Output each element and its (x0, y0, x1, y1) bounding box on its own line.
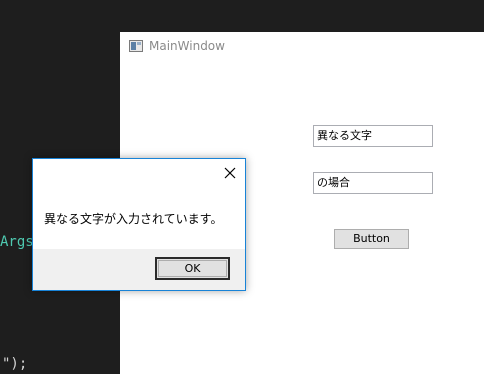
main-window-title: MainWindow (149, 39, 225, 53)
message-box-text: 異なる文字が入力されています。 (44, 212, 223, 226)
message-box-dialog: 異なる文字が入力されています。 OK (32, 158, 246, 291)
text-input-1[interactable]: 異なる文字 (313, 125, 433, 147)
code-fragment-tail: "); (2, 356, 28, 372)
close-icon[interactable] (221, 164, 239, 182)
desktop: Args "); MainWindow 異なる文字 の場合 Button 異なる… (0, 0, 484, 374)
window-app-icon (129, 40, 143, 52)
text-input-2[interactable]: の場合 (313, 172, 433, 194)
code-fragment-args: Args (0, 234, 34, 250)
ok-button[interactable]: OK (155, 257, 230, 280)
message-box-footer: OK (33, 249, 245, 290)
message-box-body: 異なる文字が入力されています。 (33, 187, 245, 249)
main-button[interactable]: Button (334, 229, 409, 249)
main-window-titlebar[interactable]: MainWindow (120, 32, 484, 62)
